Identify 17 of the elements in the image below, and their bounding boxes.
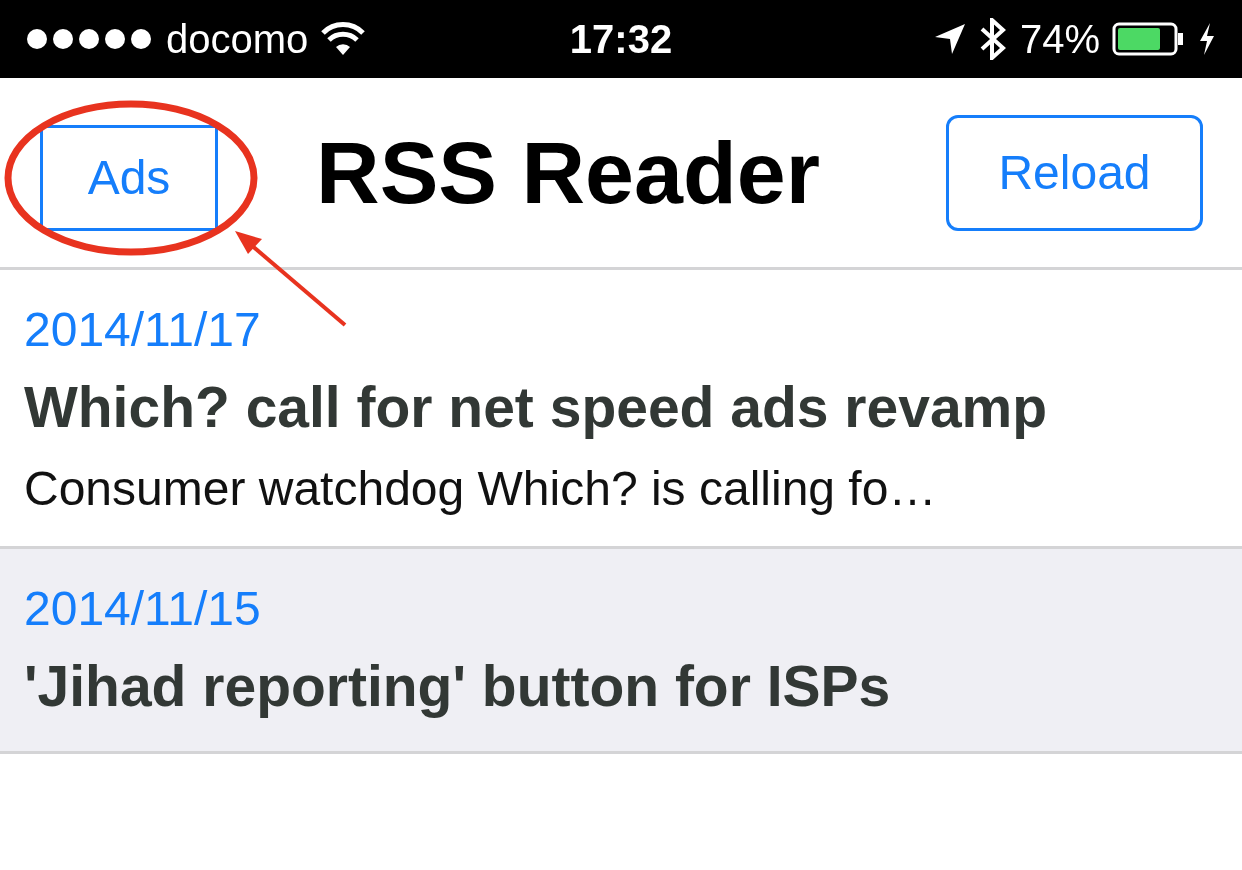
reload-button[interactable]: Reload <box>946 114 1203 231</box>
battery-icon <box>1112 22 1186 56</box>
ads-button[interactable]: Ads <box>40 124 218 231</box>
article-title: Which? call for net speed ads revamp <box>24 374 1049 441</box>
signal-icon <box>26 28 154 50</box>
wifi-icon <box>320 22 367 56</box>
article-date: 2014/11/17 <box>24 302 262 358</box>
battery-percent: 74% <box>1019 16 1100 62</box>
clock-time: 17:32 <box>569 16 673 62</box>
location-arrow-icon <box>933 23 966 55</box>
article-title: 'Jihad reporting' button for ISPs <box>24 653 892 720</box>
article-summary: Consumer watchdog Which? is calling fo… <box>24 461 938 517</box>
article-row[interactable]: 2014/11/15 'Jihad reporting' button for ISPs <box>0 549 1242 754</box>
article-date: 2014/11/15 <box>24 581 262 637</box>
carrier-name: docomo <box>166 16 309 62</box>
screen-title: RSS Reader <box>316 121 820 224</box>
charging-bolt-icon <box>1198 23 1216 55</box>
